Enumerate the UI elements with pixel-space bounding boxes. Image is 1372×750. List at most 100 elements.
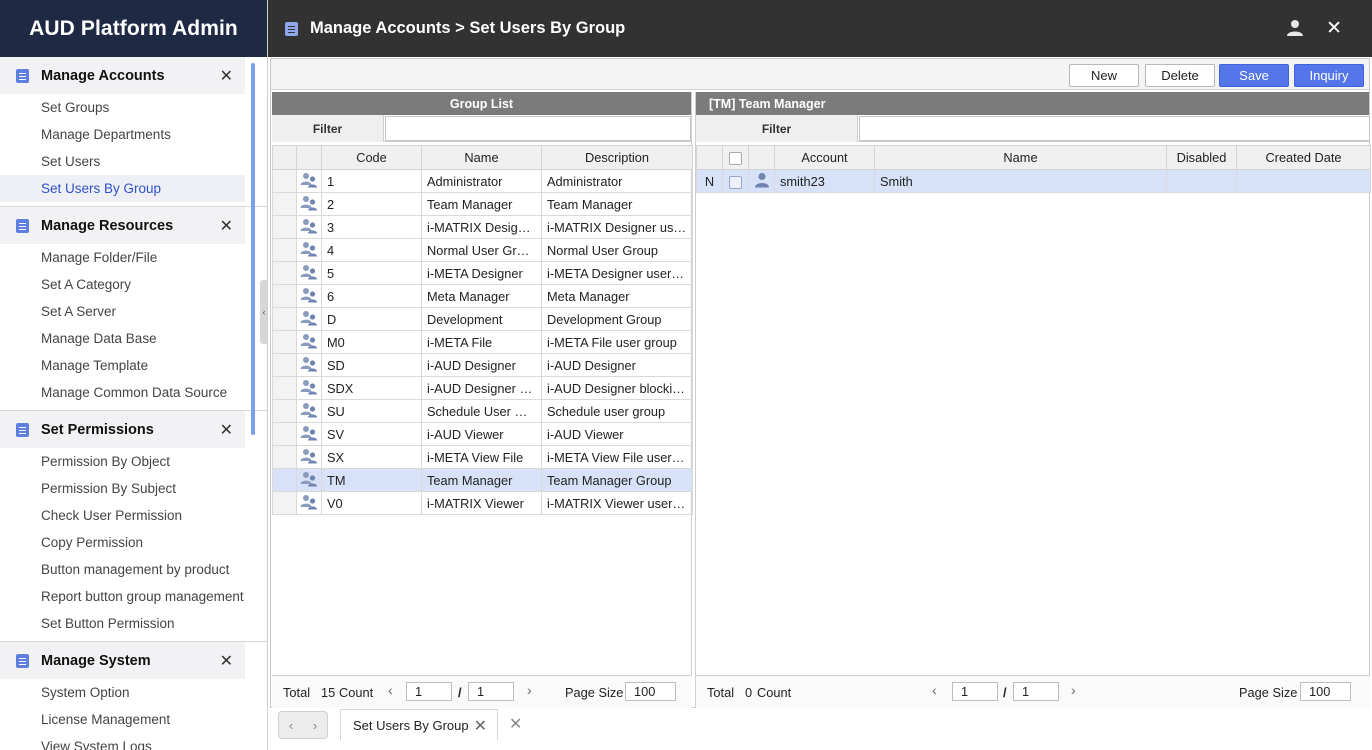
group-row[interactable]: 4 Normal User Group Normal User Group <box>272 238 693 262</box>
sidebar-item[interactable]: Manage Template <box>0 352 245 379</box>
group-code-cell[interactable]: 1 <box>321 169 422 193</box>
group-description-cell[interactable]: i-AUD Viewer <box>541 422 693 446</box>
group-name-cell[interactable]: Development <box>421 307 542 331</box>
prev-page-icon[interactable]: ‹ <box>388 682 393 698</box>
sidebar-section-header[interactable]: Manage System ✕ <box>0 642 245 679</box>
user-account-cell[interactable]: smith23 <box>774 169 875 193</box>
group-row[interactable]: 6 Meta Manager Meta Manager <box>272 284 693 308</box>
group-filter-input[interactable] <box>385 116 691 141</box>
page-size-input[interactable]: 100 <box>1300 682 1351 701</box>
sidebar-item[interactable]: Button management by product <box>0 556 245 583</box>
group-description-cell[interactable]: Administrator <box>541 169 693 193</box>
group-row[interactable]: SU Schedule User Gro… Schedule user group <box>272 399 693 423</box>
group-code-cell[interactable]: SDX <box>321 376 422 400</box>
tab-close-icon[interactable]: ✕ <box>474 716 487 736</box>
tab-prev-icon[interactable]: ‹ <box>289 718 293 733</box>
group-row[interactable]: D Development Development Group <box>272 307 693 331</box>
group-name-cell[interactable]: i-MATRIX Viewer <box>421 491 542 515</box>
column-header-account[interactable]: Account <box>774 145 875 170</box>
group-row[interactable]: 1 Administrator Administrator <box>272 169 693 193</box>
group-row[interactable]: M0 i-META File i-META File user group <box>272 330 693 354</box>
group-description-cell[interactable]: i-META View File user gr… <box>541 445 693 469</box>
close-all-tabs-icon[interactable]: ✕ <box>509 714 522 734</box>
group-name-cell[interactable]: Normal User Group <box>421 238 542 262</box>
group-code-cell[interactable]: SD <box>321 353 422 377</box>
column-header-code[interactable]: Code <box>321 145 422 170</box>
row-header[interactable] <box>272 169 297 193</box>
sidebar-section-header[interactable]: Manage Resources ✕ <box>0 207 245 244</box>
collapse-section-icon[interactable]: ✕ <box>220 66 233 86</box>
current-page-input[interactable]: 1 <box>952 682 998 701</box>
next-page-icon[interactable]: › <box>527 682 532 698</box>
sidebar-collapse-handle[interactable]: ‹ <box>260 280 267 344</box>
user-name-cell[interactable]: Smith <box>874 169 1167 193</box>
current-page-input[interactable]: 1 <box>406 682 452 701</box>
row-header[interactable] <box>272 376 297 400</box>
user-disabled-cell[interactable] <box>1166 169 1237 193</box>
column-header-name[interactable]: Name <box>421 145 542 170</box>
user-icon[interactable] <box>1286 19 1304 37</box>
close-icon[interactable]: ✕ <box>1326 17 1342 40</box>
group-code-cell[interactable]: 2 <box>321 192 422 216</box>
sidebar-item[interactable]: Check User Permission <box>0 502 245 529</box>
group-name-cell[interactable]: i-AUD Designer <box>421 353 542 377</box>
group-description-cell[interactable]: i-META Designer user gr… <box>541 261 693 285</box>
sidebar-item[interactable]: Manage Data Base <box>0 325 245 352</box>
sidebar-item[interactable]: Set A Server <box>0 298 245 325</box>
group-description-cell[interactable]: i-AUD Designer blocking… <box>541 376 693 400</box>
sidebar-item[interactable]: Set Users By Group <box>0 175 245 202</box>
row-header[interactable] <box>272 261 297 285</box>
next-page-icon[interactable]: › <box>1071 682 1076 698</box>
tab-set-users-by-group[interactable]: Set Users By Group ✕ <box>340 709 498 740</box>
row-checkbox[interactable] <box>729 175 742 189</box>
save-button[interactable]: Save <box>1219 64 1289 87</box>
group-row[interactable]: TM Team Manager Team Manager Group <box>272 468 693 492</box>
group-row[interactable]: SDX i-AUD Designer blo… i-AUD Designer blo… <box>272 376 693 400</box>
group-description-cell[interactable]: Schedule user group <box>541 399 693 423</box>
group-name-cell[interactable]: i-MATRIX Designer <box>421 215 542 239</box>
row-header[interactable] <box>272 353 297 377</box>
group-name-cell[interactable]: Team Manager <box>421 468 542 492</box>
group-description-cell[interactable]: i-META File user group <box>541 330 693 354</box>
sidebar-item[interactable]: Set Users <box>0 148 245 175</box>
group-name-cell[interactable]: i-META View File <box>421 445 542 469</box>
group-name-cell[interactable]: Administrator <box>421 169 542 193</box>
group-code-cell[interactable]: M0 <box>321 330 422 354</box>
collapse-section-icon[interactable]: ✕ <box>220 420 233 440</box>
select-all-checkbox[interactable] <box>729 152 742 166</box>
user-row[interactable]: Nsmith23 Smith <box>696 169 1371 193</box>
group-code-cell[interactable]: 4 <box>321 238 422 262</box>
group-row[interactable]: SD i-AUD Designer i-AUD Designer <box>272 353 693 377</box>
user-filter-input[interactable] <box>859 116 1370 141</box>
sidebar-item[interactable]: Report button group management <box>0 583 245 610</box>
group-name-cell[interactable]: Meta Manager <box>421 284 542 308</box>
row-header[interactable] <box>272 330 297 354</box>
sidebar-section-header[interactable]: Manage Accounts ✕ <box>0 57 245 94</box>
sidebar-section-header[interactable]: Set Permissions ✕ <box>0 411 245 448</box>
group-description-cell[interactable]: Team Manager Group <box>541 468 693 492</box>
column-header-created-date[interactable]: Created Date <box>1236 145 1371 170</box>
group-row[interactable]: SV i-AUD Viewer i-AUD Viewer <box>272 422 693 446</box>
row-header[interactable] <box>272 399 297 423</box>
group-name-cell[interactable]: i-META Designer <box>421 261 542 285</box>
group-description-cell[interactable]: Meta Manager <box>541 284 693 308</box>
group-description-cell[interactable]: Development Group <box>541 307 693 331</box>
group-description-cell[interactable]: Team Manager <box>541 192 693 216</box>
row-header[interactable] <box>272 238 297 262</box>
group-name-cell[interactable]: i-AUD Viewer <box>421 422 542 446</box>
row-header[interactable] <box>272 468 297 492</box>
sidebar-item[interactable]: System Option <box>0 679 245 706</box>
group-code-cell[interactable]: TM <box>321 468 422 492</box>
row-header[interactable] <box>272 491 297 515</box>
sidebar-item[interactable]: Manage Folder/File <box>0 244 245 271</box>
group-name-cell[interactable]: Team Manager <box>421 192 542 216</box>
group-name-cell[interactable]: i-META File <box>421 330 542 354</box>
group-row[interactable]: 3 i-MATRIX Designer i-MATRIX Designer user… <box>272 215 693 239</box>
sidebar-item[interactable]: Set Groups <box>0 94 245 121</box>
column-header-user-name[interactable]: Name <box>874 145 1167 170</box>
sidebar-item[interactable]: Set Button Permission <box>0 610 245 637</box>
group-code-cell[interactable]: SX <box>321 445 422 469</box>
group-code-cell[interactable]: 3 <box>321 215 422 239</box>
row-header[interactable] <box>272 215 297 239</box>
group-code-cell[interactable]: 5 <box>321 261 422 285</box>
